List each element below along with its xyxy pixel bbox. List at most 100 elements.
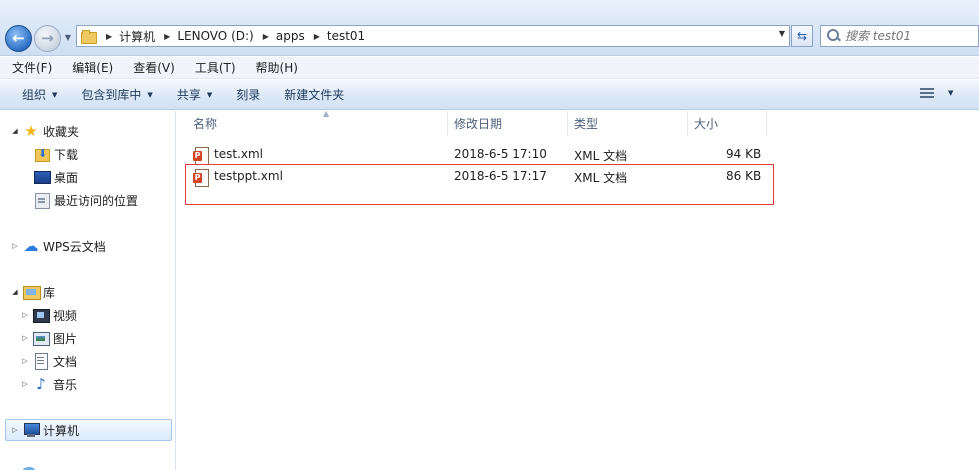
nav-music[interactable]: ▷ ♪ 音乐 bbox=[20, 374, 77, 394]
menu-file[interactable]: 文件(F) bbox=[8, 57, 56, 78]
nav-music-label: 音乐 bbox=[53, 377, 78, 392]
breadcrumb-apps[interactable]: apps bbox=[276, 29, 305, 43]
xml-file-icon bbox=[193, 147, 209, 165]
chevron-right-icon[interactable]: ▶ bbox=[106, 32, 112, 41]
column-modified-label: 修改日期 bbox=[454, 117, 503, 131]
back-button[interactable]: ← bbox=[5, 25, 32, 52]
folder-icon bbox=[81, 29, 97, 44]
file-type: XML 文档 bbox=[574, 149, 628, 163]
column-size-label: 大小 bbox=[694, 117, 719, 131]
nav-documents[interactable]: ▷ 文档 bbox=[20, 351, 77, 371]
command-toolbar: 组织 ▼ 包含到库中 ▼ 共享 ▼ 刻录 新建文件夹 ▼ bbox=[0, 80, 979, 110]
nav-favorites-label: 收藏夹 bbox=[43, 124, 80, 139]
nav-desktop-label: 桌面 bbox=[54, 170, 79, 185]
recent-pages-dropdown-icon[interactable]: ▼ bbox=[62, 31, 74, 45]
search-box[interactable] bbox=[820, 25, 979, 47]
nav-pictures[interactable]: ▷ 图片 bbox=[20, 328, 77, 348]
file-list-pane: 名称 ▲ 修改日期 类型 大小 test.xml 2018-6-5 17:10 … bbox=[177, 109, 979, 470]
breadcrumb-computer[interactable]: 计算机 bbox=[119, 28, 155, 45]
change-view-button[interactable]: ▼ bbox=[920, 87, 953, 99]
chevron-down-icon: ▼ bbox=[948, 89, 954, 97]
nav-downloads[interactable]: 下载 bbox=[31, 144, 78, 164]
include-in-library-button[interactable]: 包含到库中 ▼ bbox=[73, 83, 160, 106]
breadcrumb-test01[interactable]: test01 bbox=[327, 29, 365, 43]
column-header-type[interactable]: 类型 bbox=[568, 111, 688, 136]
search-input[interactable] bbox=[845, 29, 975, 43]
computer-icon bbox=[23, 422, 40, 438]
expand-icon[interactable]: ▷ bbox=[10, 242, 20, 250]
column-name-label: 名称 bbox=[193, 117, 218, 131]
sort-ascending-icon: ▲ bbox=[323, 109, 330, 118]
search-icon bbox=[827, 29, 841, 43]
nav-libraries-label: 库 bbox=[43, 285, 56, 300]
chevron-down-icon: ▼ bbox=[52, 90, 58, 99]
video-icon bbox=[33, 307, 50, 323]
breadcrumb-drive[interactable]: LENOVO (D:) bbox=[177, 29, 253, 43]
burn-label: 刻录 bbox=[236, 88, 261, 102]
nav-recent-label: 最近访问的位置 bbox=[54, 193, 139, 208]
file-size: 94 KB bbox=[726, 147, 762, 161]
nav-pictures-label: 图片 bbox=[53, 331, 78, 346]
expand-open-icon[interactable]: ◢ bbox=[10, 127, 20, 135]
view-details-icon bbox=[920, 87, 934, 99]
nav-recent-places[interactable]: 最近访问的位置 bbox=[31, 190, 138, 210]
menu-tools[interactable]: 工具(T) bbox=[191, 57, 240, 78]
annotation-highlight-box bbox=[185, 164, 774, 205]
expand-icon[interactable]: ▷ bbox=[20, 380, 30, 388]
nav-videos[interactable]: ▷ 视频 bbox=[20, 305, 77, 325]
column-type-label: 类型 bbox=[574, 117, 599, 131]
organize-button[interactable]: 组织 ▼ bbox=[14, 83, 65, 106]
nav-libraries[interactable]: ◢ 库 bbox=[10, 282, 55, 302]
desktop-icon bbox=[34, 169, 51, 185]
expand-icon[interactable]: ▷ bbox=[20, 357, 30, 365]
chevron-right-icon[interactable]: ▶ bbox=[263, 32, 269, 41]
address-region: ← → ▼ ▶ 计算机 ▶ LENOVO (D:) ▶ apps ▶ test0… bbox=[0, 0, 979, 56]
music-icon: ♪ bbox=[36, 375, 46, 393]
burn-button[interactable]: 刻录 bbox=[228, 83, 268, 106]
file-name: test.xml bbox=[214, 147, 263, 161]
libraries-icon bbox=[23, 284, 41, 300]
nav-wps-cloud-label: WPS云文档 bbox=[43, 239, 106, 254]
nav-desktop[interactable]: 桌面 bbox=[31, 167, 78, 187]
chevron-down-icon: ▼ bbox=[147, 90, 153, 99]
new-folder-button[interactable]: 新建文件夹 bbox=[276, 83, 352, 106]
downloads-icon bbox=[34, 146, 50, 162]
address-dropdown-icon[interactable]: ▼ bbox=[779, 29, 785, 38]
share-button[interactable]: 共享 ▼ bbox=[169, 83, 220, 106]
nav-computer-label: 计算机 bbox=[43, 423, 80, 438]
column-header-size[interactable]: 大小 bbox=[688, 111, 767, 136]
menu-bar: 文件(F) 编辑(E) 查看(V) 工具(T) 帮助(H) bbox=[0, 57, 979, 79]
navigation-pane: ◢ ★ 收藏夹 下载 桌面 最近访问的位置 ▷ ☁ WPS云文档 ◢ 库 ▷ 视… bbox=[0, 111, 176, 470]
refresh-button[interactable]: ⇆ bbox=[791, 25, 813, 47]
nav-wps-cloud[interactable]: ▷ ☁ WPS云文档 bbox=[10, 236, 106, 256]
file-modified: 2018-6-5 17:10 bbox=[454, 147, 547, 161]
expand-icon[interactable]: ▷ bbox=[20, 334, 30, 342]
chevron-down-icon: ▼ bbox=[206, 90, 213, 99]
nav-favorites[interactable]: ◢ ★ 收藏夹 bbox=[10, 121, 79, 141]
chevron-right-icon[interactable]: ▶ bbox=[164, 32, 170, 41]
address-bar[interactable]: ▶ 计算机 ▶ LENOVO (D:) ▶ apps ▶ test01 ▼ bbox=[76, 25, 790, 47]
column-header-name[interactable]: 名称 ▲ bbox=[187, 109, 448, 136]
star-icon: ★ bbox=[24, 122, 38, 140]
nav-documents-label: 文档 bbox=[53, 354, 78, 369]
menu-view[interactable]: 查看(V) bbox=[129, 57, 179, 78]
menu-edit[interactable]: 编辑(E) bbox=[68, 57, 117, 78]
file-row[interactable]: test.xml 2018-6-5 17:10 XML 文档 94 KB bbox=[189, 144, 769, 165]
chevron-right-icon[interactable]: ▶ bbox=[314, 32, 320, 41]
column-header-modified[interactable]: 修改日期 bbox=[448, 111, 568, 136]
document-icon bbox=[33, 353, 49, 370]
organize-label: 组织 bbox=[22, 88, 47, 102]
recent-places-icon bbox=[34, 192, 50, 209]
nav-videos-label: 视频 bbox=[53, 308, 78, 323]
forward-button[interactable]: → bbox=[34, 25, 61, 52]
expand-icon[interactable]: ▷ bbox=[20, 311, 30, 319]
expand-icon[interactable]: ▷ bbox=[10, 426, 20, 434]
cloud-icon: ☁ bbox=[23, 237, 39, 255]
new-folder-label: 新建文件夹 bbox=[284, 88, 345, 102]
pictures-icon bbox=[33, 330, 50, 346]
menu-help[interactable]: 帮助(H) bbox=[252, 57, 302, 78]
share-label: 共享 bbox=[176, 88, 201, 102]
nav-computer[interactable]: ▷ 计算机 bbox=[5, 419, 172, 441]
expand-open-icon[interactable]: ◢ bbox=[10, 288, 20, 296]
nav-downloads-label: 下载 bbox=[54, 147, 79, 162]
